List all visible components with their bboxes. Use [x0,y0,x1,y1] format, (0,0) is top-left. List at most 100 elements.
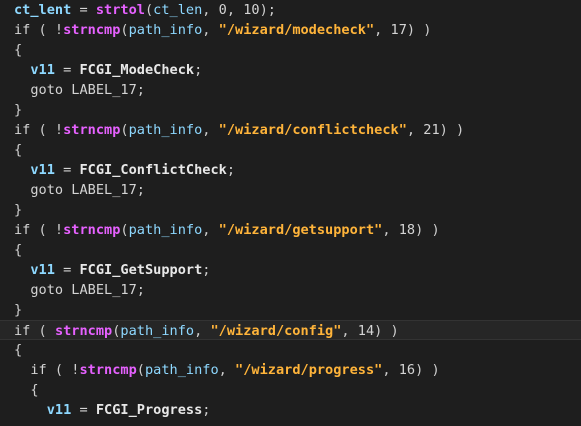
code-token-var: path_info [128,222,203,238]
code-token-var: ct_len [153,2,203,18]
code-token-num: 18 [398,222,416,238]
code-line[interactable]: if ( !strncmp(path_info, "/wizard/progre… [14,360,581,380]
code-token-fcgi: FCGI_Progress [95,402,203,418]
code-token-ident: ct_lent [14,2,72,18]
code-token-op: = [71,2,96,18]
code-line[interactable]: goto LABEL_17; [14,180,581,200]
code-token-kw: if [14,222,31,238]
code-token-punc: ( [120,222,129,238]
code-token-punc: ( [136,362,145,378]
code-token-punc: ( ! [46,362,80,378]
code-token-ident: v11 [30,162,55,178]
code-token-punc: { [14,342,23,358]
code-token-func: strncmp [63,222,121,238]
code-line[interactable]: { [14,240,581,260]
code-token-punc: , [218,362,236,378]
code-token-ident: v11 [46,402,72,418]
code-token-punc: ; [136,182,145,198]
code-line[interactable]: { [14,340,581,360]
code-line[interactable]: if ( !strncmp(path_info, "/wizard/modech… [14,20,581,40]
code-token-punc: , [341,323,358,339]
code-token-op [14,162,30,178]
code-line[interactable]: } [14,200,581,220]
code-token-op [14,402,47,418]
code-token-punc: { [14,242,23,258]
code-token-punc: , [382,362,399,378]
code-token-str: "/wizard/conflictcheck" [218,122,407,138]
code-line[interactable]: v11 = FCGI_Progress; [14,400,581,420]
code-token-punc: ; [136,282,145,298]
code-token-punc: , [374,22,391,38]
code-token-punc: } [14,202,23,218]
code-token-punc: ) ) [415,222,440,238]
code-token-op: = [71,402,96,418]
code-token-str: "/wizard/getsupport" [218,222,383,238]
code-token-punc: , [202,122,219,138]
code-token-fcgi: FCGI_GetSupport [79,262,203,278]
code-token-punc: ; [136,82,145,98]
code-token-kw: goto [30,182,64,198]
code-token-var: path_info [144,362,219,378]
code-token-str: "/wizard/modecheck" [218,22,375,38]
code-token-punc: ) ) [406,22,432,38]
code-token-label: LABEL_17 [63,82,137,98]
code-line[interactable]: v11 = FCGI_ModeCheck; [14,60,581,80]
code-line[interactable]: if ( !strncmp(path_info, "/wizard/confli… [14,120,581,140]
code-token-op [14,62,30,78]
code-token-kw: if [14,22,31,38]
code-line[interactable]: { [14,380,581,400]
code-token-kw: if [14,323,31,339]
code-token-punc: ) ) [439,122,465,138]
code-token-punc: , [194,323,211,339]
code-token-op: = [54,262,80,278]
code-token-num: 16 [398,362,416,378]
code-token-punc: { [30,382,39,398]
code-token-op [14,262,30,278]
code-token-punc: ; [202,402,211,418]
code-token-num: 14 [357,323,375,339]
code-editor[interactable]: ct_lent = strtol(ct_len, 0, 10); if ( !st… [0,0,581,426]
code-line[interactable]: goto LABEL_17; [14,80,581,100]
code-line-current[interactable]: if ( strncmp(path_info, "/wizard/config"… [0,320,581,340]
code-token-kw: goto [30,82,64,98]
code-token-func: strtol [95,2,145,18]
code-line[interactable]: { [14,140,581,160]
code-token-op [14,82,30,98]
code-line[interactable]: v11 = FCGI_ConflictCheck; [14,160,581,180]
code-line[interactable]: goto LABEL_17; [14,280,581,300]
code-token-punc: , [202,222,219,238]
code-token-num: 17 [390,22,407,38]
code-token-punc: ( ! [30,222,64,238]
code-token-op: = [54,162,80,178]
code-token-punc: ( ! [30,22,64,38]
code-token-fcgi: FCGI_ModeCheck [79,62,195,78]
code-token-num: 0 [218,2,227,18]
code-line[interactable]: { [14,40,581,60]
code-token-punc: ) ) [415,362,440,378]
code-token-func: strncmp [54,323,113,339]
code-token-punc: ( [144,2,154,18]
code-token-func: strncmp [63,122,121,138]
code-token-op [14,282,30,298]
code-line[interactable]: v11 = FCGI_GetSupport; [14,260,581,280]
code-token-num: 10 [243,2,260,18]
code-token-var: path_info [128,22,203,38]
code-token-label: LABEL_17 [63,282,137,298]
code-token-str: "/wizard/progress" [235,362,383,378]
code-token-punc: , [382,222,399,238]
code-line[interactable]: } [14,100,581,120]
code-token-kw: if [14,122,31,138]
code-token-func: strncmp [63,22,121,38]
code-token-punc: } [14,302,23,318]
code-token-label: LABEL_17 [63,182,137,198]
code-token-kw: goto [30,282,64,298]
code-line[interactable]: if ( !strncmp(path_info, "/wizard/getsup… [14,220,581,240]
code-token-ident: v11 [30,262,55,278]
code-token-punc: , [406,122,424,138]
code-line[interactable]: ct_lent = strtol(ct_len, 0, 10); [14,0,581,20]
code-token-op [14,382,30,398]
code-token-punc: ; [194,62,203,78]
code-line[interactable]: } [14,300,581,320]
code-token-punc: ) ) [374,323,399,339]
code-token-punc: ; [202,262,211,278]
